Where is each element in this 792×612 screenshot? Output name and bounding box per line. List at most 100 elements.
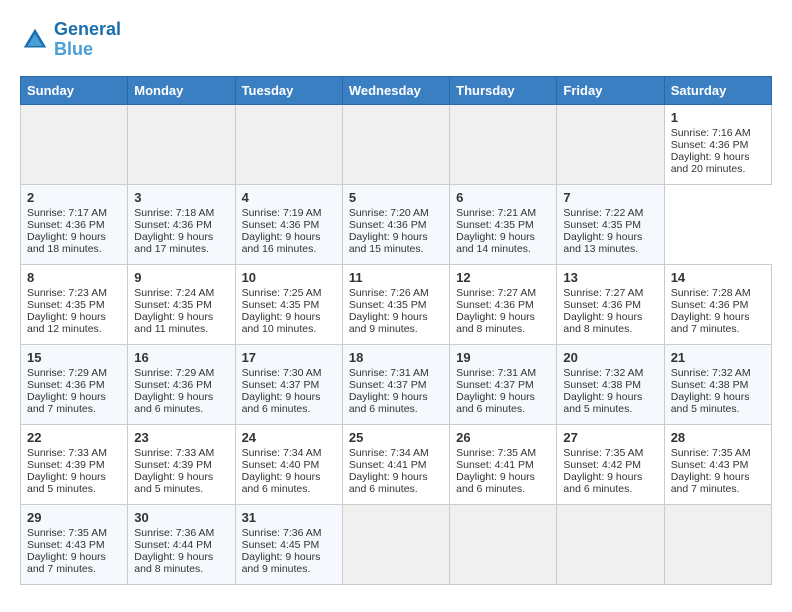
sunset-label: Sunset: 4:36 PM: [563, 299, 641, 311]
calendar-day-cell: 18 Sunrise: 7:31 AM Sunset: 4:37 PM Dayl…: [342, 344, 449, 424]
column-header-sunday: Sunday: [21, 76, 128, 104]
sunrise-label: Sunrise: 7:34 AM: [349, 447, 429, 459]
day-number: 3: [134, 190, 228, 205]
day-number: 9: [134, 270, 228, 285]
column-header-wednesday: Wednesday: [342, 76, 449, 104]
sunset-label: Sunset: 4:35 PM: [242, 299, 320, 311]
sunset-label: Sunset: 4:36 PM: [456, 299, 534, 311]
sunset-label: Sunset: 4:36 PM: [27, 219, 105, 231]
day-number: 10: [242, 270, 336, 285]
day-number: 6: [456, 190, 550, 205]
sunset-label: Sunset: 4:42 PM: [563, 459, 641, 471]
day-number: 4: [242, 190, 336, 205]
sunset-label: Sunset: 4:37 PM: [242, 379, 320, 391]
empty-cell: [450, 504, 557, 584]
sunrise-label: Sunrise: 7:20 AM: [349, 207, 429, 219]
sunset-label: Sunset: 4:36 PM: [134, 219, 212, 231]
day-number: 22: [27, 430, 121, 445]
day-number: 23: [134, 430, 228, 445]
sunset-label: Sunset: 4:40 PM: [242, 459, 320, 471]
calendar-day-cell: 24 Sunrise: 7:34 AM Sunset: 4:40 PM Dayl…: [235, 424, 342, 504]
day-number: 15: [27, 350, 121, 365]
day-number: 27: [563, 430, 657, 445]
daylight-label: Daylight: 9 hours and 6 minutes.: [349, 391, 428, 415]
daylight-label: Daylight: 9 hours and 6 minutes.: [456, 471, 535, 495]
empty-cell: [128, 104, 235, 184]
sunrise-label: Sunrise: 7:31 AM: [349, 367, 429, 379]
daylight-label: Daylight: 9 hours and 7 minutes.: [27, 391, 106, 415]
day-number: 1: [671, 110, 765, 125]
sunset-label: Sunset: 4:35 PM: [134, 299, 212, 311]
daylight-label: Daylight: 9 hours and 14 minutes.: [456, 231, 535, 255]
sunset-label: Sunset: 4:44 PM: [134, 539, 212, 551]
calendar-day-cell: 21 Sunrise: 7:32 AM Sunset: 4:38 PM Dayl…: [664, 344, 771, 424]
sunrise-label: Sunrise: 7:24 AM: [134, 287, 214, 299]
sunrise-label: Sunrise: 7:32 AM: [671, 367, 751, 379]
daylight-label: Daylight: 9 hours and 8 minutes.: [134, 551, 213, 575]
sunset-label: Sunset: 4:39 PM: [134, 459, 212, 471]
sunrise-label: Sunrise: 7:36 AM: [134, 527, 214, 539]
calendar-day-cell: 31 Sunrise: 7:36 AM Sunset: 4:45 PM Dayl…: [235, 504, 342, 584]
logo-icon: [20, 25, 50, 55]
daylight-label: Daylight: 9 hours and 6 minutes.: [456, 391, 535, 415]
daylight-label: Daylight: 9 hours and 8 minutes.: [456, 311, 535, 335]
empty-cell: [450, 104, 557, 184]
sunrise-label: Sunrise: 7:28 AM: [671, 287, 751, 299]
day-number: 21: [671, 350, 765, 365]
sunrise-label: Sunrise: 7:18 AM: [134, 207, 214, 219]
sunrise-label: Sunrise: 7:30 AM: [242, 367, 322, 379]
sunset-label: Sunset: 4:35 PM: [349, 299, 427, 311]
sunrise-label: Sunrise: 7:27 AM: [563, 287, 643, 299]
calendar-day-cell: 8 Sunrise: 7:23 AM Sunset: 4:35 PM Dayli…: [21, 264, 128, 344]
day-number: 8: [27, 270, 121, 285]
daylight-label: Daylight: 9 hours and 17 minutes.: [134, 231, 213, 255]
daylight-label: Daylight: 9 hours and 6 minutes.: [134, 391, 213, 415]
daylight-label: Daylight: 9 hours and 8 minutes.: [563, 311, 642, 335]
calendar-day-cell: 10 Sunrise: 7:25 AM Sunset: 4:35 PM Dayl…: [235, 264, 342, 344]
calendar-day-cell: 6 Sunrise: 7:21 AM Sunset: 4:35 PM Dayli…: [450, 184, 557, 264]
day-number: 24: [242, 430, 336, 445]
day-number: 2: [27, 190, 121, 205]
sunset-label: Sunset: 4:36 PM: [671, 139, 749, 151]
calendar-day-cell: 5 Sunrise: 7:20 AM Sunset: 4:36 PM Dayli…: [342, 184, 449, 264]
daylight-label: Daylight: 9 hours and 12 minutes.: [27, 311, 106, 335]
empty-cell: [664, 504, 771, 584]
daylight-label: Daylight: 9 hours and 6 minutes.: [242, 391, 321, 415]
daylight-label: Daylight: 9 hours and 13 minutes.: [563, 231, 642, 255]
sunset-label: Sunset: 4:36 PM: [671, 299, 749, 311]
empty-cell: [235, 104, 342, 184]
sunrise-label: Sunrise: 7:35 AM: [456, 447, 536, 459]
sunrise-label: Sunrise: 7:16 AM: [671, 127, 751, 139]
calendar-day-cell: 15 Sunrise: 7:29 AM Sunset: 4:36 PM Dayl…: [21, 344, 128, 424]
daylight-label: Daylight: 9 hours and 20 minutes.: [671, 151, 750, 175]
sunrise-label: Sunrise: 7:27 AM: [456, 287, 536, 299]
day-number: 29: [27, 510, 121, 525]
daylight-label: Daylight: 9 hours and 5 minutes.: [563, 391, 642, 415]
calendar-day-cell: 22 Sunrise: 7:33 AM Sunset: 4:39 PM Dayl…: [21, 424, 128, 504]
sunrise-label: Sunrise: 7:25 AM: [242, 287, 322, 299]
empty-cell: [21, 104, 128, 184]
sunset-label: Sunset: 4:39 PM: [27, 459, 105, 471]
sunrise-label: Sunrise: 7:35 AM: [563, 447, 643, 459]
day-number: 5: [349, 190, 443, 205]
sunset-label: Sunset: 4:35 PM: [27, 299, 105, 311]
sunset-label: Sunset: 4:36 PM: [349, 219, 427, 231]
sunrise-label: Sunrise: 7:36 AM: [242, 527, 322, 539]
sunset-label: Sunset: 4:35 PM: [563, 219, 641, 231]
sunrise-label: Sunrise: 7:35 AM: [671, 447, 751, 459]
calendar-day-cell: 26 Sunrise: 7:35 AM Sunset: 4:41 PM Dayl…: [450, 424, 557, 504]
empty-cell: [557, 504, 664, 584]
daylight-label: Daylight: 9 hours and 7 minutes.: [671, 311, 750, 335]
sunrise-label: Sunrise: 7:34 AM: [242, 447, 322, 459]
sunrise-label: Sunrise: 7:19 AM: [242, 207, 322, 219]
daylight-label: Daylight: 9 hours and 7 minutes.: [671, 471, 750, 495]
sunrise-label: Sunrise: 7:33 AM: [27, 447, 107, 459]
calendar-day-cell: 2 Sunrise: 7:17 AM Sunset: 4:36 PM Dayli…: [21, 184, 128, 264]
daylight-label: Daylight: 9 hours and 5 minutes.: [134, 471, 213, 495]
sunrise-label: Sunrise: 7:22 AM: [563, 207, 643, 219]
day-number: 12: [456, 270, 550, 285]
daylight-label: Daylight: 9 hours and 5 minutes.: [671, 391, 750, 415]
column-header-saturday: Saturday: [664, 76, 771, 104]
daylight-label: Daylight: 9 hours and 7 minutes.: [27, 551, 106, 575]
day-number: 20: [563, 350, 657, 365]
